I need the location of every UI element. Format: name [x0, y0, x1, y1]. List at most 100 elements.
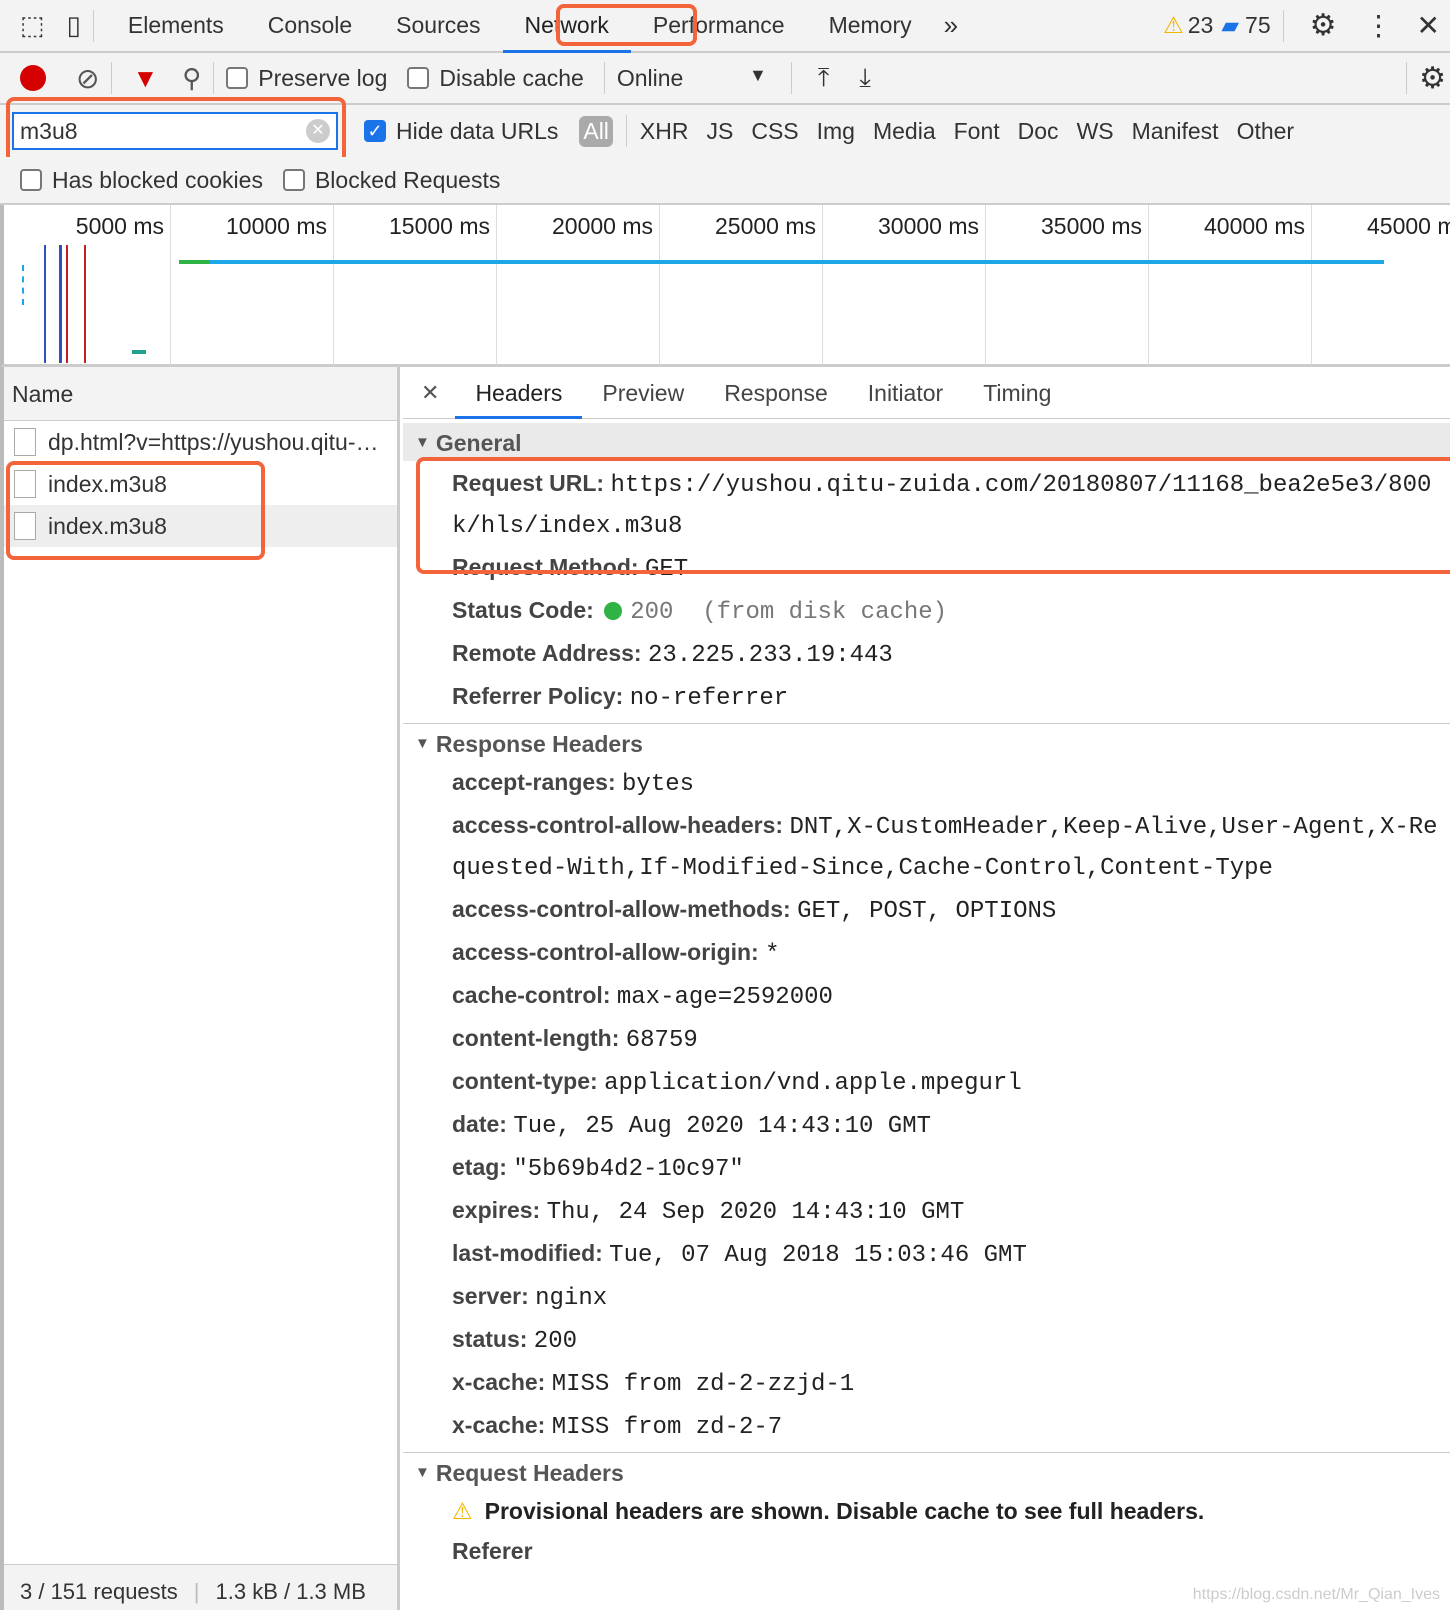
- record-icon[interactable]: [20, 65, 46, 91]
- header-value: Thu, 24 Sep 2020 14:43:10 GMT: [546, 1199, 965, 1226]
- request-headers-toggle[interactable]: ▼ Request Headers: [403, 1453, 1450, 1491]
- has-blocked-cookies-checkbox[interactable]: [20, 169, 42, 191]
- disable-cache-label: Disable cache: [439, 64, 584, 91]
- watermark: https://blog.csdn.net/Mr_Qian_Ives: [1192, 1586, 1440, 1603]
- blocked-requests-label: Blocked Requests: [314, 166, 501, 193]
- filter-type-font[interactable]: Font: [954, 118, 1000, 145]
- clear-icon[interactable]: ⊘: [76, 62, 99, 95]
- filter-type-img[interactable]: Img: [817, 118, 855, 145]
- tab-memory[interactable]: Memory: [807, 0, 934, 52]
- header-value: 68759: [625, 1027, 698, 1054]
- tab-console[interactable]: Console: [246, 0, 374, 52]
- header-key: Referrer Policy:: [452, 683, 624, 709]
- name-column-header[interactable]: Name: [4, 367, 397, 421]
- request-headers-title: Request Headers: [435, 1460, 624, 1486]
- triangle-down-icon: ▼: [415, 434, 430, 451]
- header-row: Referer: [403, 1531, 1450, 1571]
- chevron-down-icon: ▼: [749, 64, 767, 85]
- header-row: content-type: application/vnd.apple.mpeg…: [403, 1061, 1450, 1104]
- settings-gear-icon[interactable]: ⚙: [1310, 8, 1337, 43]
- request-url-highlight: [416, 457, 1450, 574]
- message-count[interactable]: 75: [1245, 12, 1271, 39]
- network-tab-highlight: [556, 4, 697, 46]
- blocked-requests-checkbox[interactable]: [282, 169, 305, 191]
- header-value: application/vnd.apple.mpegurl: [604, 1070, 1022, 1097]
- tab-preview[interactable]: Preview: [582, 367, 704, 419]
- close-details-icon[interactable]: ✕: [421, 380, 439, 406]
- import-har-icon[interactable]: ⤒: [818, 62, 830, 94]
- tab-initiator[interactable]: Initiator: [848, 367, 963, 419]
- network-overview-timeline[interactable]: 5000 ms 10000 ms 15000 ms 20000 ms 25000 ms 3…: [0, 205, 1450, 367]
- filter-type-css[interactable]: CSS: [751, 118, 798, 145]
- disable-cache-checkbox[interactable]: [407, 67, 430, 89]
- timeline-tick: 45000 ms: [1312, 205, 1450, 365]
- warning-icon[interactable]: ⚠: [1163, 12, 1184, 39]
- header-value: max-age=2592000: [616, 984, 833, 1011]
- tab-elements[interactable]: Elements: [106, 0, 246, 52]
- hide-data-urls-label: Hide data URLs: [396, 117, 559, 144]
- filter-type-xhr[interactable]: XHR: [640, 118, 689, 145]
- timeline-tick: 25000 ms: [660, 205, 823, 365]
- header-key: Status Code:: [452, 597, 594, 623]
- request-row[interactable]: dp.html?v=https://yushou.qitu-zuida.com/…: [4, 421, 397, 463]
- header-value: no-referrer: [629, 685, 789, 712]
- header-key: date:: [452, 1111, 507, 1137]
- search-icon[interactable]: ⚲: [182, 63, 201, 94]
- devtools-tab-bar: ⬚ ▯ Elements Console Sources Network Perform…: [0, 0, 1450, 54]
- filter-type-other[interactable]: Other: [1237, 118, 1295, 145]
- header-value: MISS from zd-2-zzjd-1: [551, 1371, 855, 1398]
- filter-type-js[interactable]: JS: [706, 118, 733, 145]
- inspect-element-icon[interactable]: ⬚: [20, 10, 45, 41]
- hide-data-urls-checkbox[interactable]: ✓: [364, 120, 386, 142]
- preserve-log-checkbox[interactable]: [226, 67, 249, 89]
- more-tabs-icon[interactable]: »: [944, 10, 958, 41]
- response-headers-toggle[interactable]: ▼ Response Headers: [403, 724, 1450, 762]
- waterfall-bar: [66, 245, 68, 363]
- timeline-tick: 20000 ms: [497, 205, 660, 365]
- tab-timing[interactable]: Timing: [963, 367, 1071, 419]
- filter-type-media[interactable]: Media: [873, 118, 936, 145]
- header-key: access-control-allow-methods:: [452, 896, 791, 922]
- export-har-icon[interactable]: ⤓: [859, 62, 871, 94]
- timeline-tick: 5000 ms: [8, 205, 171, 365]
- filter-type-manifest[interactable]: Manifest: [1132, 118, 1219, 145]
- filter-type-all[interactable]: All: [579, 115, 613, 147]
- more-options-icon[interactable]: ⋮: [1365, 9, 1393, 42]
- file-icon: [14, 428, 36, 456]
- close-devtools-icon[interactable]: ✕: [1417, 9, 1440, 42]
- waterfall-bar: [132, 350, 146, 354]
- network-settings-icon[interactable]: ⚙: [1419, 61, 1446, 96]
- throttling-select[interactable]: Online ▼: [617, 65, 767, 92]
- header-value: 200: [533, 1328, 578, 1355]
- header-key: Remote Address:: [452, 640, 642, 666]
- filter-type-doc[interactable]: Doc: [1018, 118, 1059, 145]
- header-row: Remote Address: 23.225.233.19:443: [403, 633, 1450, 676]
- message-icon[interactable]: ▰: [1221, 12, 1239, 39]
- header-key: access-control-allow-origin:: [452, 939, 759, 965]
- response-headers-title: Response Headers: [435, 731, 643, 757]
- device-toolbar-icon[interactable]: ▯: [67, 10, 81, 41]
- header-key: Referer: [452, 1538, 533, 1564]
- header-value: Tue, 25 Aug 2020 14:43:10 GMT: [513, 1113, 932, 1140]
- tab-sources[interactable]: Sources: [374, 0, 502, 52]
- general-section-toggle[interactable]: ▼ General: [403, 423, 1450, 461]
- triangle-down-icon: ▼: [415, 1464, 430, 1481]
- header-row: server: nginx: [403, 1276, 1450, 1319]
- header-key: x-cache:: [452, 1412, 546, 1438]
- header-key: etag:: [452, 1154, 507, 1180]
- filter-icon[interactable]: ▼: [132, 63, 158, 94]
- header-row: Referrer Policy: no-referrer: [403, 676, 1450, 719]
- warning-count[interactable]: 23: [1188, 12, 1214, 39]
- header-row: last-modified: Tue, 07 Aug 2018 15:03:46…: [403, 1233, 1450, 1276]
- header-value: "5b69b4d2-10c97": [513, 1156, 744, 1183]
- header-value: *: [765, 941, 780, 968]
- preserve-log-label: Preserve log: [258, 64, 388, 91]
- header-key: cache-control:: [452, 982, 611, 1008]
- header-row: expires: Thu, 24 Sep 2020 14:43:10 GMT: [403, 1190, 1450, 1233]
- tab-headers[interactable]: Headers: [455, 367, 583, 419]
- timeline-tick: 15000 ms: [334, 205, 497, 365]
- tab-response[interactable]: Response: [704, 367, 848, 419]
- header-key: last-modified:: [452, 1240, 603, 1266]
- header-row: etag: "5b69b4d2-10c97": [403, 1147, 1450, 1190]
- filter-type-ws[interactable]: WS: [1077, 118, 1114, 145]
